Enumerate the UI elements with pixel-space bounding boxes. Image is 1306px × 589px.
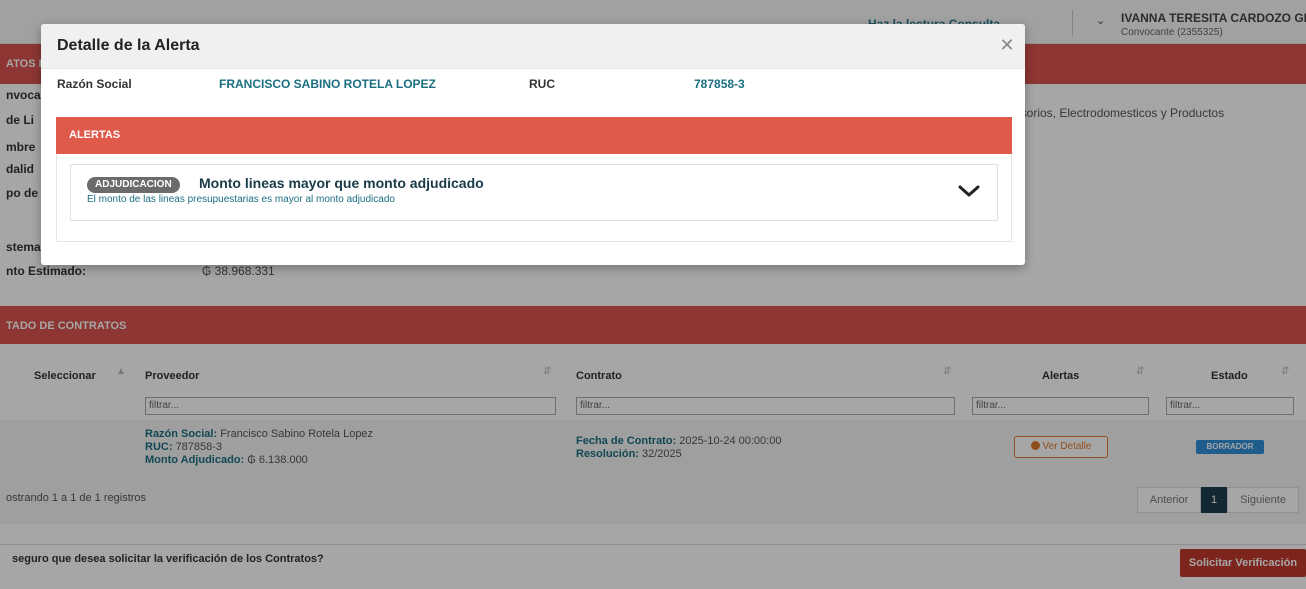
modal-title: Detalle de la Alerta	[57, 37, 200, 54]
alert-description: El monto de las lineas presupuestarias e…	[87, 194, 395, 205]
alert-item[interactable]	[70, 164, 998, 221]
alerts-header-label: ALERTAS	[69, 129, 121, 141]
alert-title[interactable]: Monto lineas mayor que monto adjudicado	[199, 175, 484, 191]
ruc-value: 787858-3	[694, 77, 745, 91]
close-icon[interactable]: ✕	[996, 34, 1018, 56]
ruc-label: RUC	[529, 77, 555, 91]
modal-header: Detalle de la Alerta ✕	[41, 24, 1025, 69]
chevron-down-icon[interactable]	[957, 182, 981, 200]
alert-type-tag: ADJUDICACION	[87, 177, 180, 193]
alert-detail-modal: Detalle de la Alerta ✕ Razón Social FRAN…	[41, 24, 1025, 265]
razon-social-label: Razón Social	[57, 77, 132, 91]
alerts-section-header: ALERTAS	[56, 117, 1012, 154]
razon-social-value: FRANCISCO SABINO ROTELA LOPEZ	[219, 77, 436, 91]
